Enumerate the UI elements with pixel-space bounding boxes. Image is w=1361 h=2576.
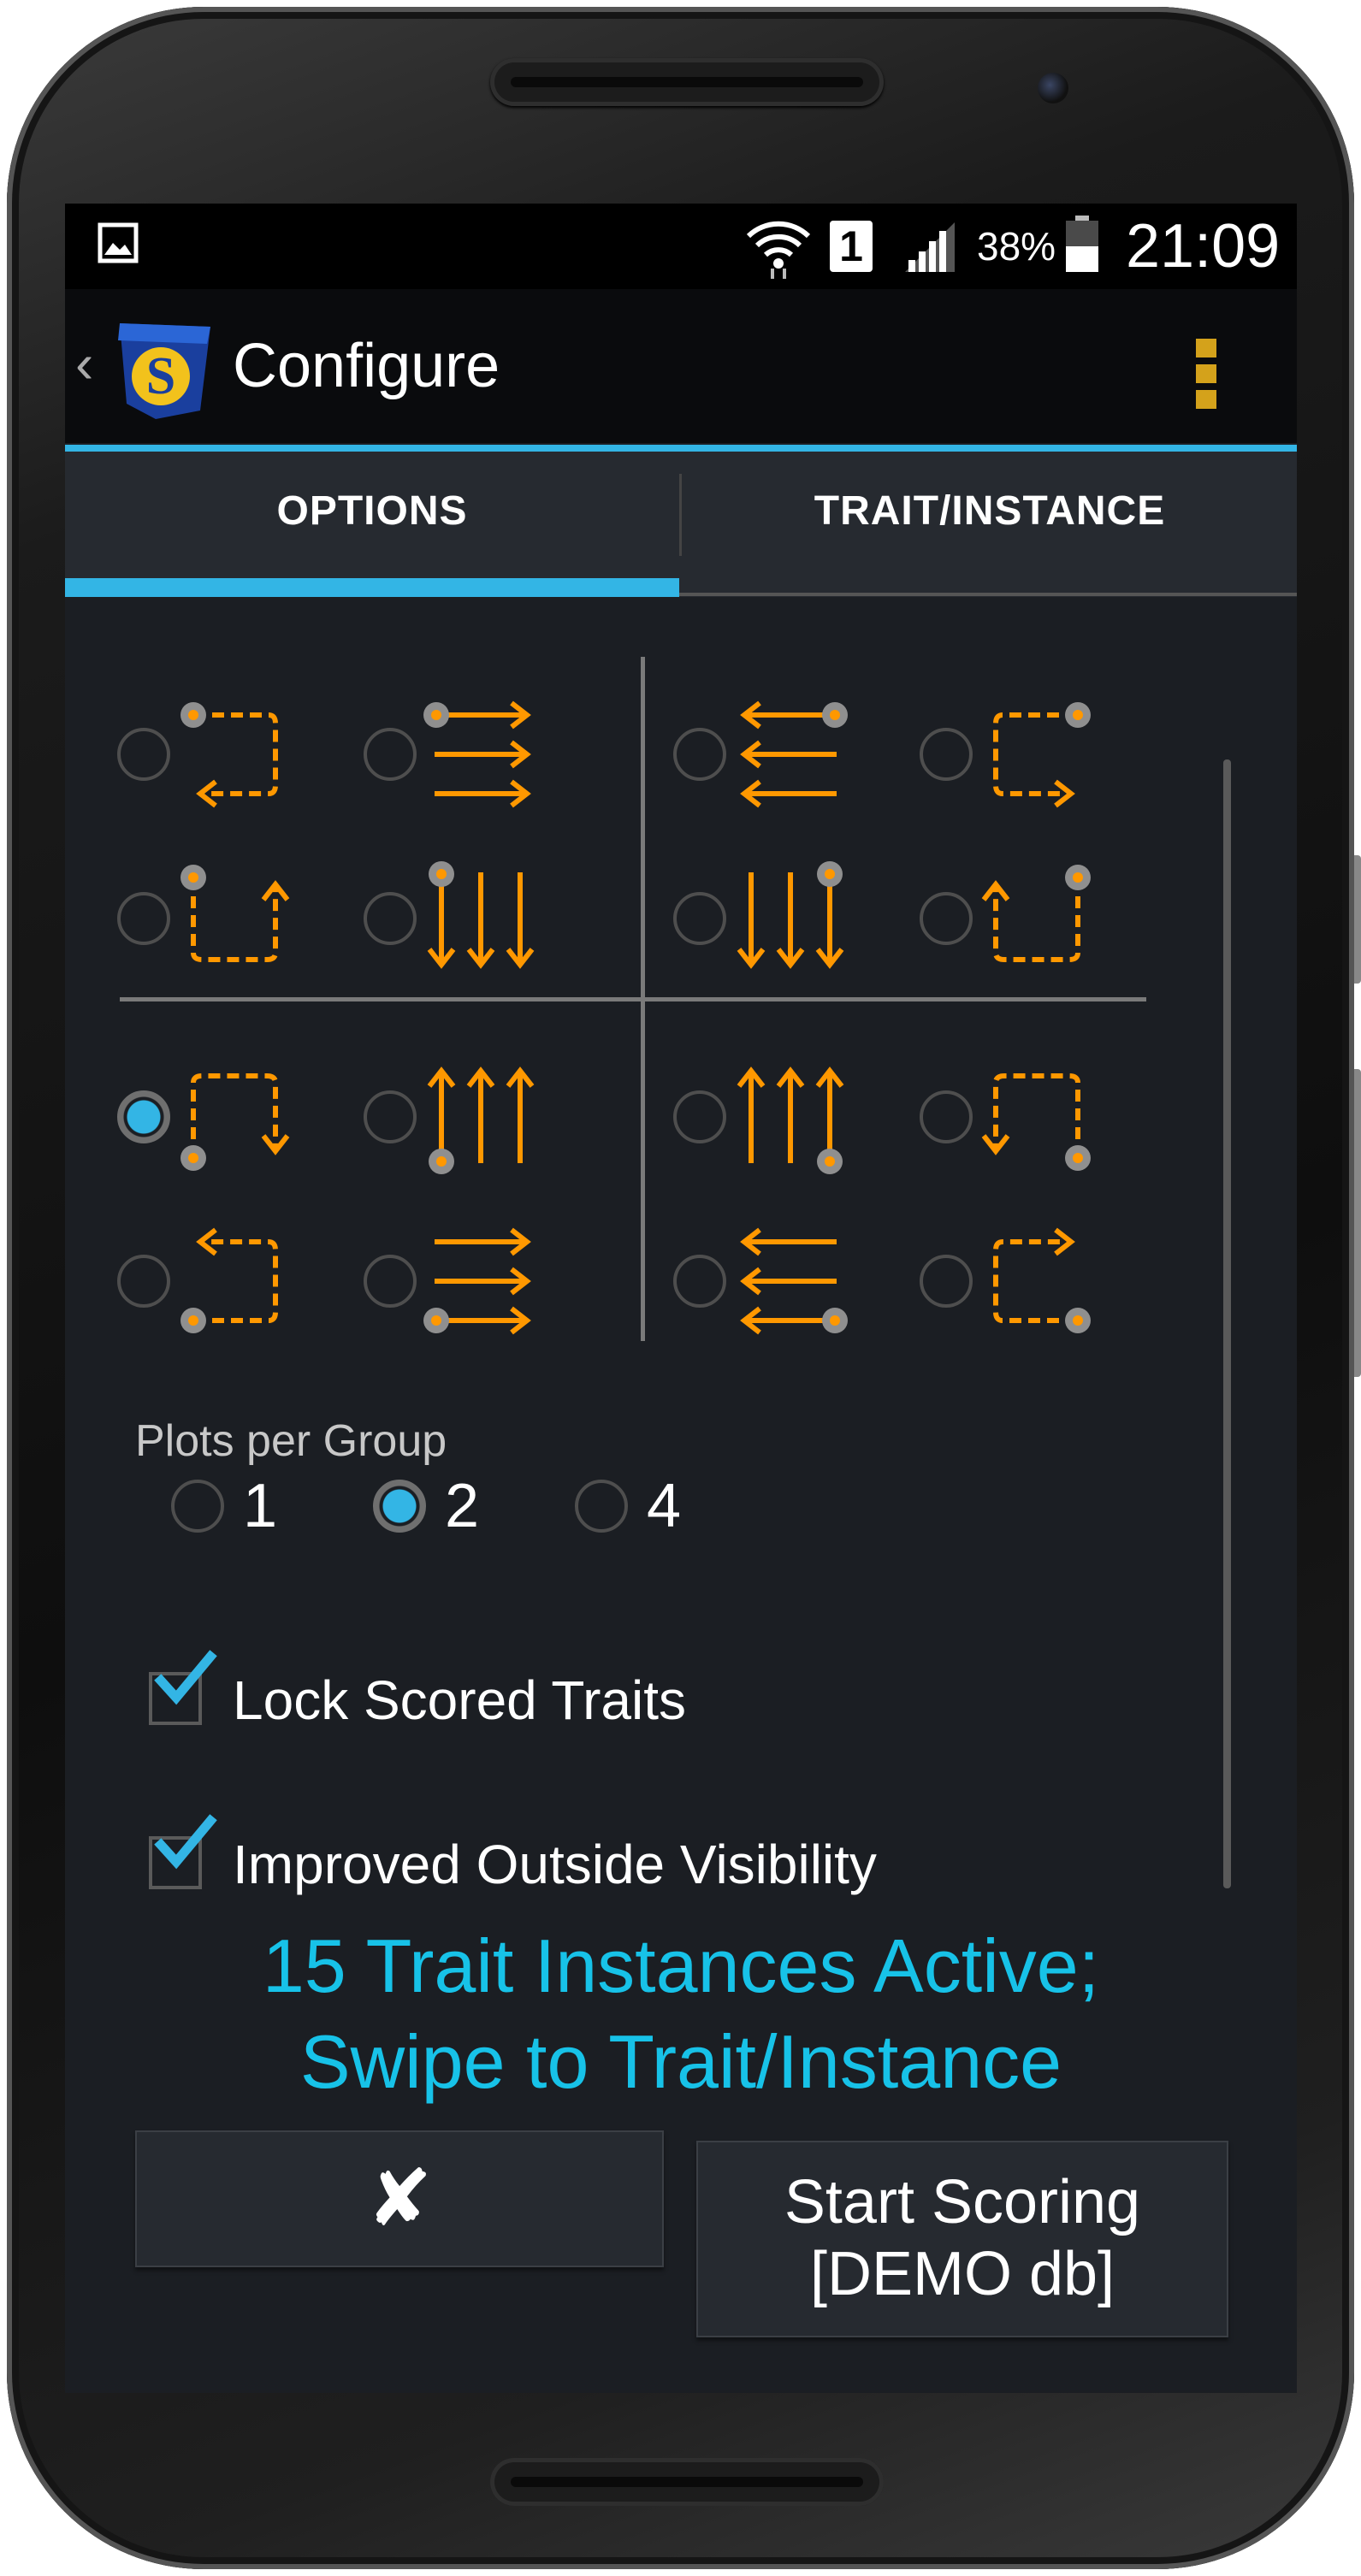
plots-per-group-option-2[interactable]: 2: [373, 1472, 479, 1540]
scoring-pattern-icon: [180, 1073, 290, 1171]
plots-per-group-option-4[interactable]: 4: [575, 1472, 681, 1540]
scoring-pattern-icon: [423, 700, 531, 808]
scoring-pattern-radio[interactable]: [364, 1090, 417, 1143]
plots-per-group-radio-4[interactable]: [575, 1480, 628, 1533]
plots-per-group-radio-1[interactable]: [171, 1480, 224, 1533]
scoring-pattern-icon: [427, 861, 535, 969]
scoring-pattern-icon: [180, 1227, 278, 1333]
summary-line-2: Swipe to Trait/Instance: [299, 2019, 1062, 2104]
start-scoring-button[interactable]: Start Scoring [DEMO db]: [696, 2141, 1228, 2337]
scoring-pattern-radio[interactable]: [673, 1255, 726, 1308]
scoring-pattern-radio[interactable]: [920, 1090, 973, 1143]
scoring-pattern-icon: [737, 1066, 844, 1174]
sim-icon: 1: [830, 221, 873, 272]
scoring-pattern-icon: [993, 702, 1091, 808]
action-bar-divider: [65, 445, 1297, 452]
status-bar: 1 38% 21:09: [65, 204, 1297, 289]
screen: 1 38% 21:09 ‹ S Configure OPTIONS TRAIT/…: [65, 204, 1297, 2393]
earpiece-speaker: [490, 58, 884, 106]
tab-options[interactable]: OPTIONS: [65, 452, 679, 597]
pattern-grid-divider-horizontal: [120, 997, 1146, 1001]
tab-divider: [679, 474, 682, 556]
scoring-pattern-icon: [423, 1227, 531, 1335]
scoring-pattern-radio[interactable]: [920, 728, 973, 781]
plots-per-group-option-label: 1: [243, 1472, 278, 1540]
tab-bar: OPTIONS TRAIT/INSTANCE: [65, 452, 1297, 597]
scoring-pattern-icon: [740, 1227, 848, 1335]
svg-text:S: S: [146, 347, 175, 405]
page-title: Configure: [233, 332, 500, 400]
tab-selected-indicator: [65, 578, 679, 597]
scoring-pattern-icon: [740, 700, 848, 808]
back-icon[interactable]: ‹: [75, 334, 93, 393]
scoring-pattern-radio[interactable]: [920, 1255, 973, 1308]
scoring-pattern-radio[interactable]: [673, 1090, 726, 1143]
cancel-button[interactable]: ✘: [135, 2130, 664, 2267]
bottom-speaker: [490, 2458, 884, 2506]
tab-underline: [679, 593, 1297, 596]
front-camera: [1038, 73, 1068, 103]
checkmark-icon: [154, 1814, 217, 1870]
scrollbar[interactable]: [1223, 759, 1231, 1888]
volume-button: [1354, 1069, 1361, 1377]
scoring-pattern-icon: [993, 1227, 1091, 1333]
scoring-pattern-radio[interactable]: [117, 1090, 170, 1143]
scoring-pattern-radio[interactable]: [673, 728, 726, 781]
scoring-pattern-radio[interactable]: [117, 1255, 170, 1308]
plots-per-group-option-label: 2: [445, 1472, 480, 1540]
wifi-icon: [746, 221, 811, 279]
scoring-pattern-icon: [981, 1073, 1091, 1171]
scoring-pattern-radio[interactable]: [364, 1255, 417, 1308]
scoring-pattern-radio[interactable]: [117, 728, 170, 781]
scoring-pattern-icon: [981, 865, 1091, 962]
scoring-pattern-radio[interactable]: [364, 728, 417, 781]
summary-line-1: 15 Trait Instances Active;: [262, 1923, 1100, 2008]
action-bar: ‹ S Configure: [65, 289, 1297, 443]
scoring-pattern-icon: [180, 865, 290, 962]
lock-scored-traits-label: Lock Scored Traits: [233, 1669, 686, 1731]
plots-per-group-radio-2[interactable]: [373, 1480, 426, 1533]
gallery-notification-icon: [98, 222, 139, 263]
improved-outside-visibility-label: Improved Outside Visibility: [233, 1834, 877, 1895]
clock: 21:09: [1126, 212, 1281, 281]
scoring-pattern-radio[interactable]: [673, 892, 726, 945]
scoring-pattern-radio[interactable]: [364, 892, 417, 945]
plots-per-group-option-1[interactable]: 1: [171, 1472, 277, 1540]
scoring-pattern-radio[interactable]: [920, 892, 973, 945]
scoring-pattern-icon: [427, 1066, 535, 1174]
start-scoring-db-label: [DEMO db]: [809, 2240, 1115, 2308]
overflow-menu-icon[interactable]: [1194, 339, 1220, 414]
tab-trait-instance[interactable]: TRAIT/INSTANCE: [683, 452, 1297, 597]
scoring-pattern-icon: [180, 702, 278, 808]
plots-per-group-option-label: 4: [647, 1472, 682, 1540]
power-button: [1354, 855, 1361, 984]
battery-percent: 38%: [977, 224, 1056, 269]
signal-icon: [905, 222, 955, 272]
plots-per-group-label: Plots per Group: [135, 1416, 447, 1466]
active-instances-summary: 15 Trait Instances Active; Swipe to Trai…: [65, 1918, 1297, 2110]
scoring-pattern-icon: [737, 861, 844, 969]
start-scoring-label: Start Scoring: [784, 2168, 1141, 2236]
scoring-pattern-radio[interactable]: [117, 892, 170, 945]
battery-icon: [1066, 216, 1098, 272]
checkmark-icon: [154, 1650, 217, 1705]
app-logo-icon[interactable]: S: [104, 315, 216, 421]
